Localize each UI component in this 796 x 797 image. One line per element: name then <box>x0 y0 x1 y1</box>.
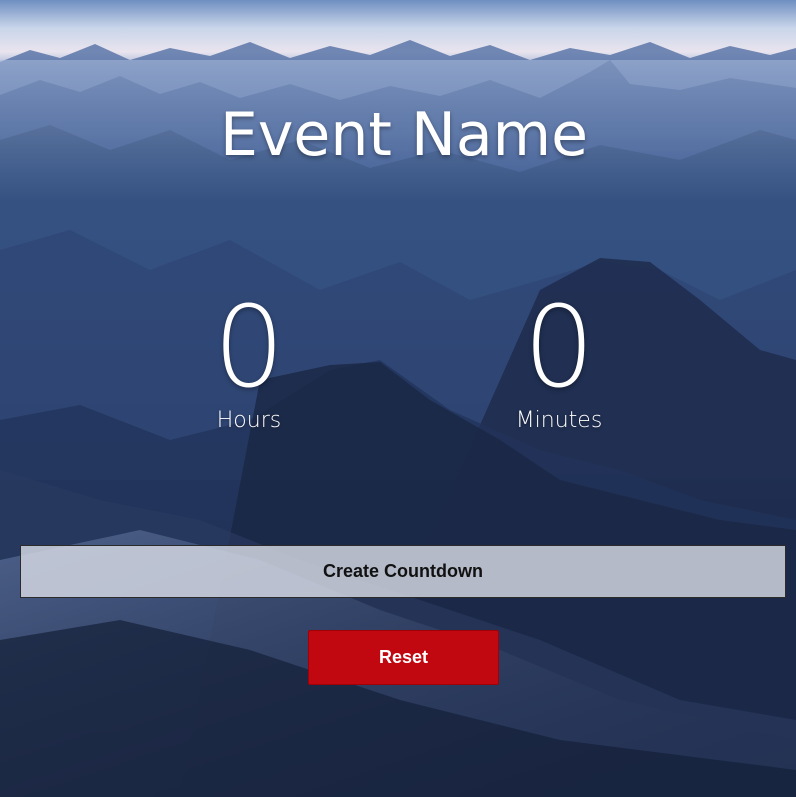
hours-label: Hours <box>216 408 282 433</box>
create-countdown-button[interactable]: Create Countdown <box>20 545 786 598</box>
event-title: Event Name <box>220 100 588 170</box>
minutes-value: 0 <box>523 283 595 413</box>
minutes-unit: 0 Minutes <box>459 292 659 434</box>
countdown-app: Event Name 0 Hours 0 Minutes Create Coun… <box>0 0 796 797</box>
hours-value: 0 <box>213 283 285 413</box>
minutes-label: Minutes <box>515 408 603 433</box>
reset-button[interactable]: Reset <box>308 630 499 685</box>
hours-unit: 0 Hours <box>149 292 349 434</box>
